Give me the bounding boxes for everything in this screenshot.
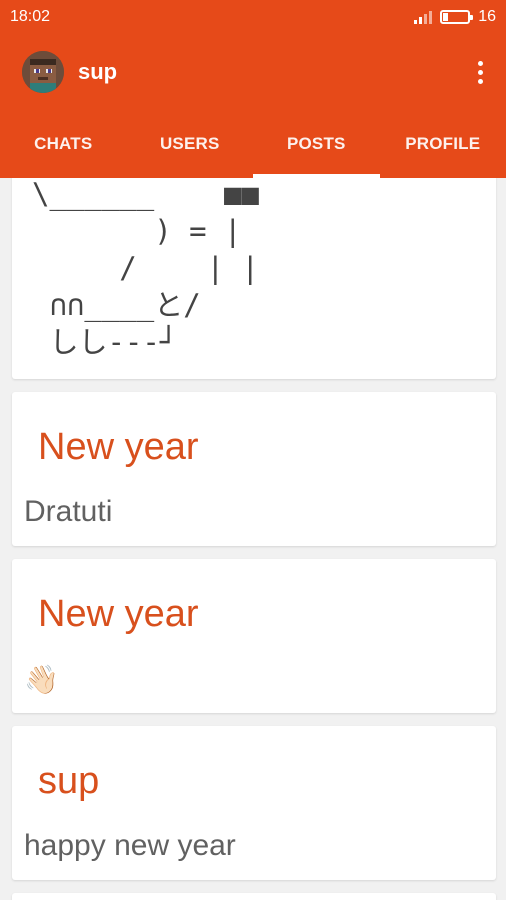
posts-feed[interactable]: \______ ■■ ) = | / | | ∩∩____と/ しし---┘ N… [0,178,506,900]
pixel-character-avatar-icon [22,51,64,93]
toolbar-title: sup [78,59,118,84]
post-title: New year [38,593,199,635]
post-body: 👋🏻 [24,664,59,695]
tab-profile[interactable]: PROFILE [380,110,506,178]
post-card[interactable]: \______ ■■ ) = | / | | ∩∩____と/ しし---┘ [12,178,496,379]
post-title: sup [38,760,100,802]
post-ascii-art: \______ ■■ ) = | / | | ∩∩____と/ しし---┘ [32,178,259,359]
overflow-menu-icon[interactable] [468,60,492,84]
post-card[interactable]: New year Dratuti [12,392,496,546]
avatar[interactable] [22,51,64,93]
battery-level: 16 [478,8,496,25]
tab-posts[interactable]: POSTS [253,110,380,178]
signal-icon [414,10,433,24]
toolbar: sup [0,34,506,110]
post-body: Dratuti [24,495,113,528]
post-title: New year [38,426,199,468]
post-body: happy new year [24,829,236,862]
battery-icon [440,10,474,24]
tab-bar: CHATS USERS POSTS PROFILE [0,110,506,178]
tab-users[interactable]: USERS [127,110,254,178]
post-card[interactable]: sup happy new year [12,726,496,880]
status-bar: 18:02 16 [0,0,506,34]
post-card[interactable]: New year 👋🏻 [12,559,496,713]
status-time: 18:02 [10,8,51,25]
tab-chats[interactable]: CHATS [0,110,127,178]
app-bar: 18:02 16 sup CHATS USERS POSTS PROFILE [0,0,506,178]
post-card[interactable] [12,893,496,900]
